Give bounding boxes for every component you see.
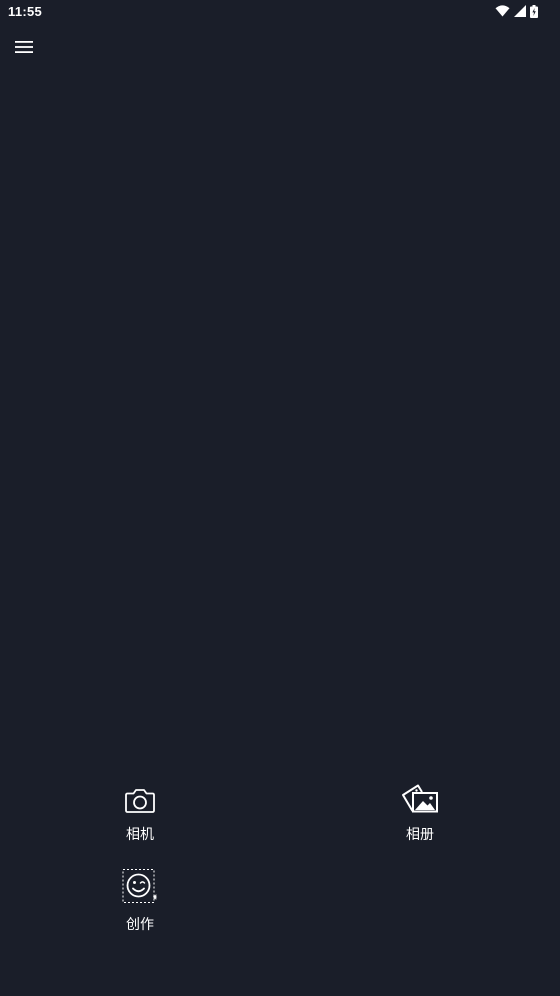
album-label: 相册: [406, 827, 434, 843]
camera-icon: [124, 788, 156, 818]
status-icons: [495, 4, 538, 18]
create-button[interactable]: 创作: [95, 869, 185, 934]
sticker-create-icon: [121, 868, 159, 908]
status-time: 11:55: [8, 4, 43, 19]
album-button[interactable]: 相册: [375, 782, 465, 844]
camera-button[interactable]: 相机: [95, 782, 185, 844]
signal-icon: [514, 5, 526, 17]
camera-label: 相机: [126, 827, 154, 843]
photo-album-icon: [401, 780, 439, 818]
camera-icon-wrap: [124, 782, 156, 818]
album-icon-wrap: [401, 782, 439, 818]
wifi-icon: [495, 5, 510, 17]
hamburger-menu-icon: [14, 39, 34, 59]
create-label: 创作: [126, 917, 154, 933]
menu-button[interactable]: [10, 36, 38, 62]
status-bar: 11:55: [0, 0, 560, 24]
create-icon-wrap: [121, 869, 159, 908]
battery-icon: [530, 4, 538, 18]
app-screen: 11:55 相机 相册 创作: [0, 0, 560, 996]
